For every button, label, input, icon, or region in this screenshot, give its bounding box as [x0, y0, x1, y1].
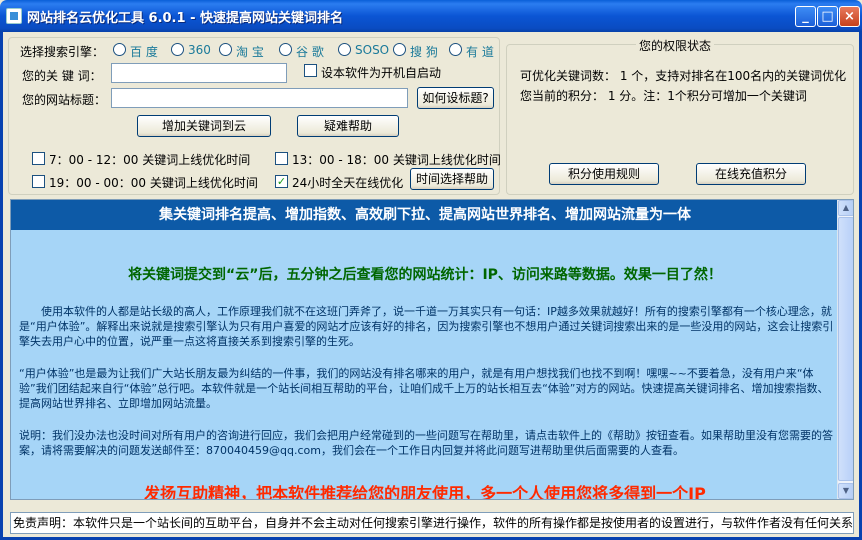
schedule-slot2-checkbox[interactable]	[275, 152, 288, 165]
info-headline: 将关键词提交到“云”后，五分钟之后查看您的网站统计：IP、访问来路等数据。效果一…	[128, 267, 722, 283]
radio-taobao-label: 淘 宝	[236, 45, 264, 59]
minimize-button[interactable]: _	[795, 6, 816, 27]
radio-youdao-label: 有 道	[466, 45, 494, 59]
radio-soso[interactable]	[338, 43, 351, 56]
schedule-slot3-label: 19：00 - 00：00 关键词上线优化时间	[49, 176, 258, 190]
radio-youdao[interactable]	[449, 43, 462, 56]
radio-360-label: 360	[188, 43, 211, 57]
schedule-slot2-label: 13：00 - 18：00 关键词上线优化时间	[292, 153, 501, 167]
recharge-button[interactable]: 在线充值积分	[696, 163, 806, 185]
add-keyword-button[interactable]: 增加关键词到云	[137, 115, 271, 137]
autostart-checkbox[interactable]	[304, 64, 317, 77]
scroll-thumb[interactable]	[838, 217, 853, 481]
time-help-button[interactable]: 时间选择帮助	[410, 168, 494, 190]
radio-sogou-label: 搜 狗	[410, 45, 438, 59]
points-rules-button[interactable]: 积分使用规则	[549, 163, 659, 185]
permissions-points: 您当前的积分： 1 分。注：1个积分可增加一个关键词	[520, 89, 807, 103]
radio-taobao[interactable]	[219, 43, 232, 56]
close-button[interactable]: ×	[839, 6, 860, 27]
faq-help-button[interactable]: 疑难帮助	[297, 115, 399, 137]
radio-sogou[interactable]	[393, 43, 406, 56]
radio-baidu[interactable]	[113, 43, 126, 56]
search-engine-label: 选择搜索引擎：	[20, 45, 105, 59]
scroll-up-icon[interactable]: ▲	[838, 200, 853, 216]
permissions-keyword-count: 可优化关键词数： 1 个，支持对排名在100名内的关键词优化	[520, 69, 847, 83]
radio-360[interactable]	[171, 43, 184, 56]
app-icon	[6, 8, 22, 24]
permissions-title: 您的权限状态	[636, 37, 715, 54]
schedule-slot3-checkbox[interactable]	[32, 175, 45, 188]
title-bar: 网站排名云优化工具 6.0.1 - 快速提高网站关键词排名 _ □ ×	[0, 0, 862, 32]
info-paragraph-3: 说明：我们没办法也没时间对所有用户的咨询进行回应，我们会把用户经常碰到的一些问题…	[19, 429, 833, 457]
scroll-down-icon[interactable]: ▼	[838, 483, 853, 499]
schedule-slot1-checkbox[interactable]	[32, 152, 45, 165]
disclaimer-text: 免责声明：本软件只是一个站长间的互助平台，自身并不会主动对任何搜索引擎进行操作，…	[10, 512, 854, 534]
maximize-button[interactable]: □	[817, 6, 838, 27]
radio-soso-label: SOSO	[355, 43, 390, 57]
info-banner: 集关键词排名提高、增加指数、高效刷下拉、提高网站世界排名、增加网站流量为一体	[11, 200, 839, 230]
schedule-slot4-checkbox[interactable]: ✓	[275, 175, 288, 188]
vertical-scrollbar[interactable]: ▲ ▼	[837, 200, 853, 499]
schedule-slot4-label: 24小时全天在线优化	[292, 176, 404, 190]
window-title: 网站排名云优化工具 6.0.1 - 快速提高网站关键词排名	[27, 11, 343, 26]
promo-text: 发扬互助精神，把本软件推荐给您的朋友使用，多一个人使用您将多得到一个IP	[144, 484, 706, 500]
site-title-input[interactable]	[111, 88, 408, 108]
autostart-label: 设本软件为开机自启动	[321, 66, 442, 80]
site-title-label: 您的网站标题：	[22, 93, 107, 107]
info-panel[interactable]: 集关键词排名提高、增加指数、高效刷下拉、提高网站世界排名、增加网站流量为一体 将…	[10, 199, 854, 500]
radio-google[interactable]	[279, 43, 292, 56]
radio-baidu-label: 百 度	[130, 45, 158, 59]
radio-google-label: 谷 歌	[296, 45, 324, 59]
keyword-label: 您的关 键 词：	[22, 69, 102, 83]
keyword-input[interactable]	[111, 63, 287, 83]
info-paragraph-1: 使用本软件的人都是站长级的高人，工作原理我们就不在这班门弄斧了，说一千道一万其实…	[19, 305, 834, 348]
title-help-button[interactable]: 如何设标题?	[417, 87, 494, 109]
info-paragraph-2: “用户体验”也是最为让我们广大站长朋友最为纠结的一件事，我们的网站没有排名哪来的…	[19, 367, 829, 410]
schedule-slot1-label: 7：00 - 12：00 关键词上线优化时间	[49, 153, 251, 167]
